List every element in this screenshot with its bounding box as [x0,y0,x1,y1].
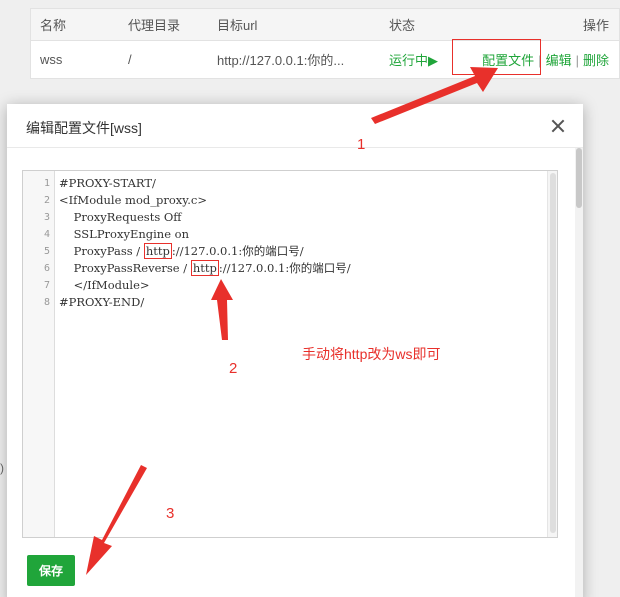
arrow-1 [371,67,498,124]
annotation-arrows [86,67,498,575]
arrow-3 [86,465,147,575]
arrow-2 [211,279,233,340]
